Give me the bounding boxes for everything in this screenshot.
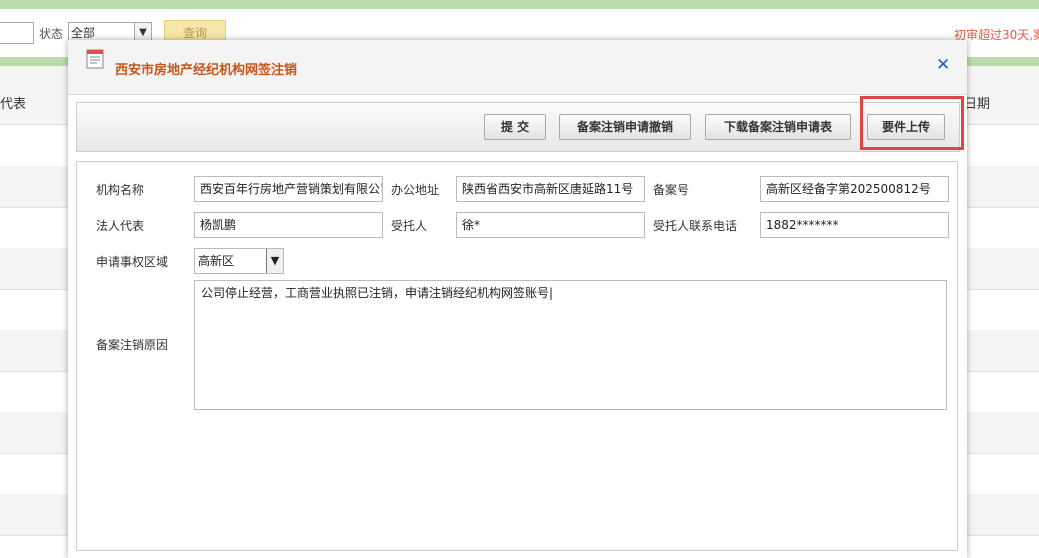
filter-text-input[interactable] [0, 22, 34, 44]
dialog-titlebar: 西安市房地产经纪机构网签注销 ✕ [68, 40, 967, 95]
region-select-value: 高新区 [198, 254, 235, 268]
trustee-phone-field[interactable]: 1882******* [760, 212, 949, 238]
legal-rep-field[interactable]: 杨凯鹏 [194, 212, 383, 238]
download-form-button[interactable]: 下载备案注销申请表 [705, 114, 851, 140]
dialog-toolbar: 提 交 备案注销申请撤销 下载备案注销申请表 要件上传 [76, 102, 960, 152]
top-green-bar [0, 0, 1039, 9]
trustee-field[interactable]: 徐* [456, 212, 645, 238]
reason-textarea[interactable]: 公司停止经营，工商营业执照已注销，申请注销经纪机构网签账号| [194, 280, 947, 410]
form-panel: 机构名称 西安百年行房地产营销策划有限公司 办公地址 陕西省西安市高新区唐延路1… [76, 161, 958, 551]
upload-documents-button[interactable]: 要件上传 [867, 114, 945, 140]
record-number-field[interactable]: 高新区经备字第202500812号 [760, 176, 949, 202]
dialog-title: 西安市房地产经纪机构网签注销 [115, 63, 298, 78]
document-icon [86, 49, 104, 69]
region-select[interactable]: 高新区 ▼ [194, 248, 284, 274]
legal-rep-label: 法人代表 [96, 219, 145, 233]
close-icon[interactable]: ✕ [936, 55, 950, 75]
office-address-field[interactable]: 陕西省西安市高新区唐延路11号 [456, 176, 645, 202]
trustee-label: 受托人 [391, 219, 428, 233]
region-label: 申请事权区域 [96, 255, 169, 269]
trustee-phone-label: 受托人联系电话 [653, 219, 738, 233]
office-address-label: 办公地址 [391, 183, 440, 197]
org-name-label: 机构名称 [96, 183, 145, 197]
submit-button[interactable]: 提 交 [484, 114, 546, 140]
record-number-label: 备案号 [653, 183, 690, 197]
grid-header-date: 日期 [964, 97, 991, 112]
reason-label: 备案注销原因 [96, 338, 169, 352]
cancellation-dialog: 西安市房地产经纪机构网签注销 ✕ 提 交 备案注销申请撤销 下载备案注销申请表 … [68, 40, 967, 558]
grid-header-rep: 代表 [0, 97, 27, 112]
chevron-down-icon: ▼ [266, 249, 283, 273]
status-filter-label: 状态 [39, 27, 64, 41]
org-name-field[interactable]: 西安百年行房地产营销策划有限公司 [194, 176, 383, 202]
status-select-value: 全部 [71, 26, 96, 40]
revoke-application-button[interactable]: 备案注销申请撤销 [559, 114, 691, 140]
